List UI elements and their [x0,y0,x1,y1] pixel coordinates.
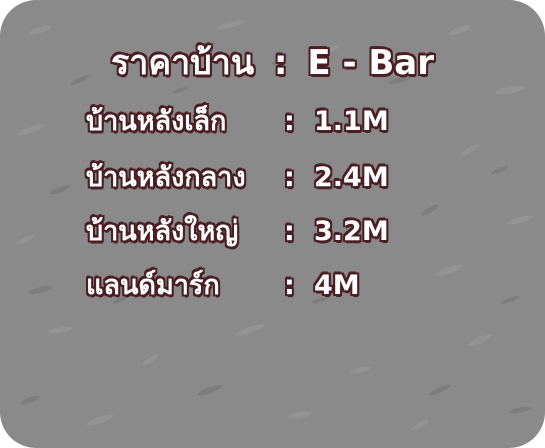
item-name: บ้านหลังเล็ก [86,106,227,137]
item-separator: : [284,106,295,137]
page-title: ราคาบ้าน : E - Bar [0,38,545,88]
item-price: 1.1M [314,106,389,137]
item-name: บ้านหลังใหญ่ [86,216,239,247]
item-name: บ้านหลังกลาง [86,162,246,193]
title-text: ราคาบ้าน [110,43,255,83]
item-separator: : [284,270,295,301]
item-name: แลนด์มาร์ก [86,270,220,301]
price-panel: ราคาบ้าน : E - Bar บ้านหลังเล็ก : 1.1M บ… [0,0,545,448]
item-price: 4M [314,270,360,301]
item-price: 3.2M [314,216,389,247]
price-list: ราคาบ้าน : E - Bar บ้านหลังเล็ก : 1.1M บ… [0,0,545,448]
item-separator: : [284,162,295,193]
server-name: E - Bar [307,43,435,83]
title-separator: : [273,43,288,83]
item-price: 2.4M [314,162,389,193]
item-separator: : [284,216,295,247]
